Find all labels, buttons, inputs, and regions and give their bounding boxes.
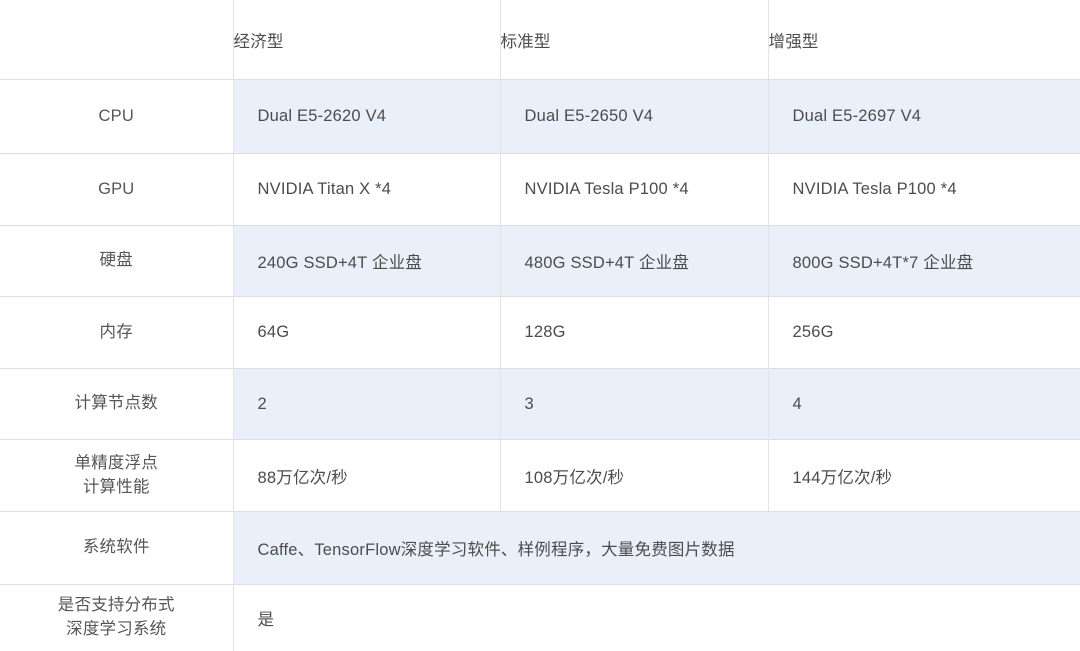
column-header-enhanced: 增强型 <box>768 0 1080 80</box>
row-label-line-2: 深度学习系统 <box>0 618 233 642</box>
table-header-row: 经济型 标准型 增强型 <box>0 0 1080 80</box>
row-label-line-1: 是否支持分布式 <box>58 596 175 614</box>
cell-memory-standard: 128G <box>500 297 768 369</box>
cell-cpu-economy: Dual E5-2620 V4 <box>233 80 500 154</box>
table-row: 计算节点数 2 3 4 <box>0 369 1080 440</box>
cell-fp32-economy: 88万亿次/秒 <box>233 440 500 512</box>
row-label-line-2: 计算性能 <box>0 476 233 500</box>
row-label-gpu: GPU <box>0 154 233 226</box>
row-label-disk: 硬盘 <box>0 226 233 297</box>
cell-compute-nodes-standard: 3 <box>500 369 768 440</box>
row-label-line-1: 单精度浮点 <box>75 454 159 472</box>
cell-compute-nodes-economy: 2 <box>233 369 500 440</box>
cell-disk-enhanced: 800G SSD+4T*7 企业盘 <box>768 226 1080 297</box>
column-header-standard: 标准型 <box>500 0 768 80</box>
cell-fp32-standard: 108万亿次/秒 <box>500 440 768 512</box>
table-row: 单精度浮点 计算性能 88万亿次/秒 108万亿次/秒 144万亿次/秒 <box>0 440 1080 512</box>
cell-cpu-standard: Dual E5-2650 V4 <box>500 80 768 154</box>
table-row: 内存 64G 128G 256G <box>0 297 1080 369</box>
cell-distributed-support-all: 是 <box>233 585 1080 651</box>
table-row: CPU Dual E5-2620 V4 Dual E5-2650 V4 Dual… <box>0 80 1080 154</box>
row-label-memory: 内存 <box>0 297 233 369</box>
row-label-compute-nodes: 计算节点数 <box>0 369 233 440</box>
row-label-cpu: CPU <box>0 80 233 154</box>
cell-disk-standard: 480G SSD+4T 企业盘 <box>500 226 768 297</box>
table-row: 是否支持分布式 深度学习系统 是 <box>0 585 1080 651</box>
header-blank-cell <box>0 0 233 80</box>
cell-gpu-enhanced: NVIDIA Tesla P100 *4 <box>768 154 1080 226</box>
cell-disk-economy: 240G SSD+4T 企业盘 <box>233 226 500 297</box>
table-row: GPU NVIDIA Titan X *4 NVIDIA Tesla P100 … <box>0 154 1080 226</box>
table-row: 硬盘 240G SSD+4T 企业盘 480G SSD+4T 企业盘 800G … <box>0 226 1080 297</box>
row-label-fp32-performance: 单精度浮点 计算性能 <box>0 440 233 512</box>
row-label-distributed-support: 是否支持分布式 深度学习系统 <box>0 585 233 651</box>
cell-cpu-enhanced: Dual E5-2697 V4 <box>768 80 1080 154</box>
cell-gpu-economy: NVIDIA Titan X *4 <box>233 154 500 226</box>
table-row: 系统软件 Caffe、TensorFlow深度学习软件、样例程序，大量免费图片数… <box>0 512 1080 585</box>
cell-compute-nodes-enhanced: 4 <box>768 369 1080 440</box>
cell-memory-enhanced: 256G <box>768 297 1080 369</box>
cell-memory-economy: 64G <box>233 297 500 369</box>
cell-system-software-all: Caffe、TensorFlow深度学习软件、样例程序，大量免费图片数据 <box>233 512 1080 585</box>
server-spec-table: 经济型 标准型 增强型 CPU Dual E5-2620 V4 Dual E5-… <box>0 0 1080 651</box>
column-header-economy: 经济型 <box>233 0 500 80</box>
row-label-system-software: 系统软件 <box>0 512 233 585</box>
cell-gpu-standard: NVIDIA Tesla P100 *4 <box>500 154 768 226</box>
cell-fp32-enhanced: 144万亿次/秒 <box>768 440 1080 512</box>
